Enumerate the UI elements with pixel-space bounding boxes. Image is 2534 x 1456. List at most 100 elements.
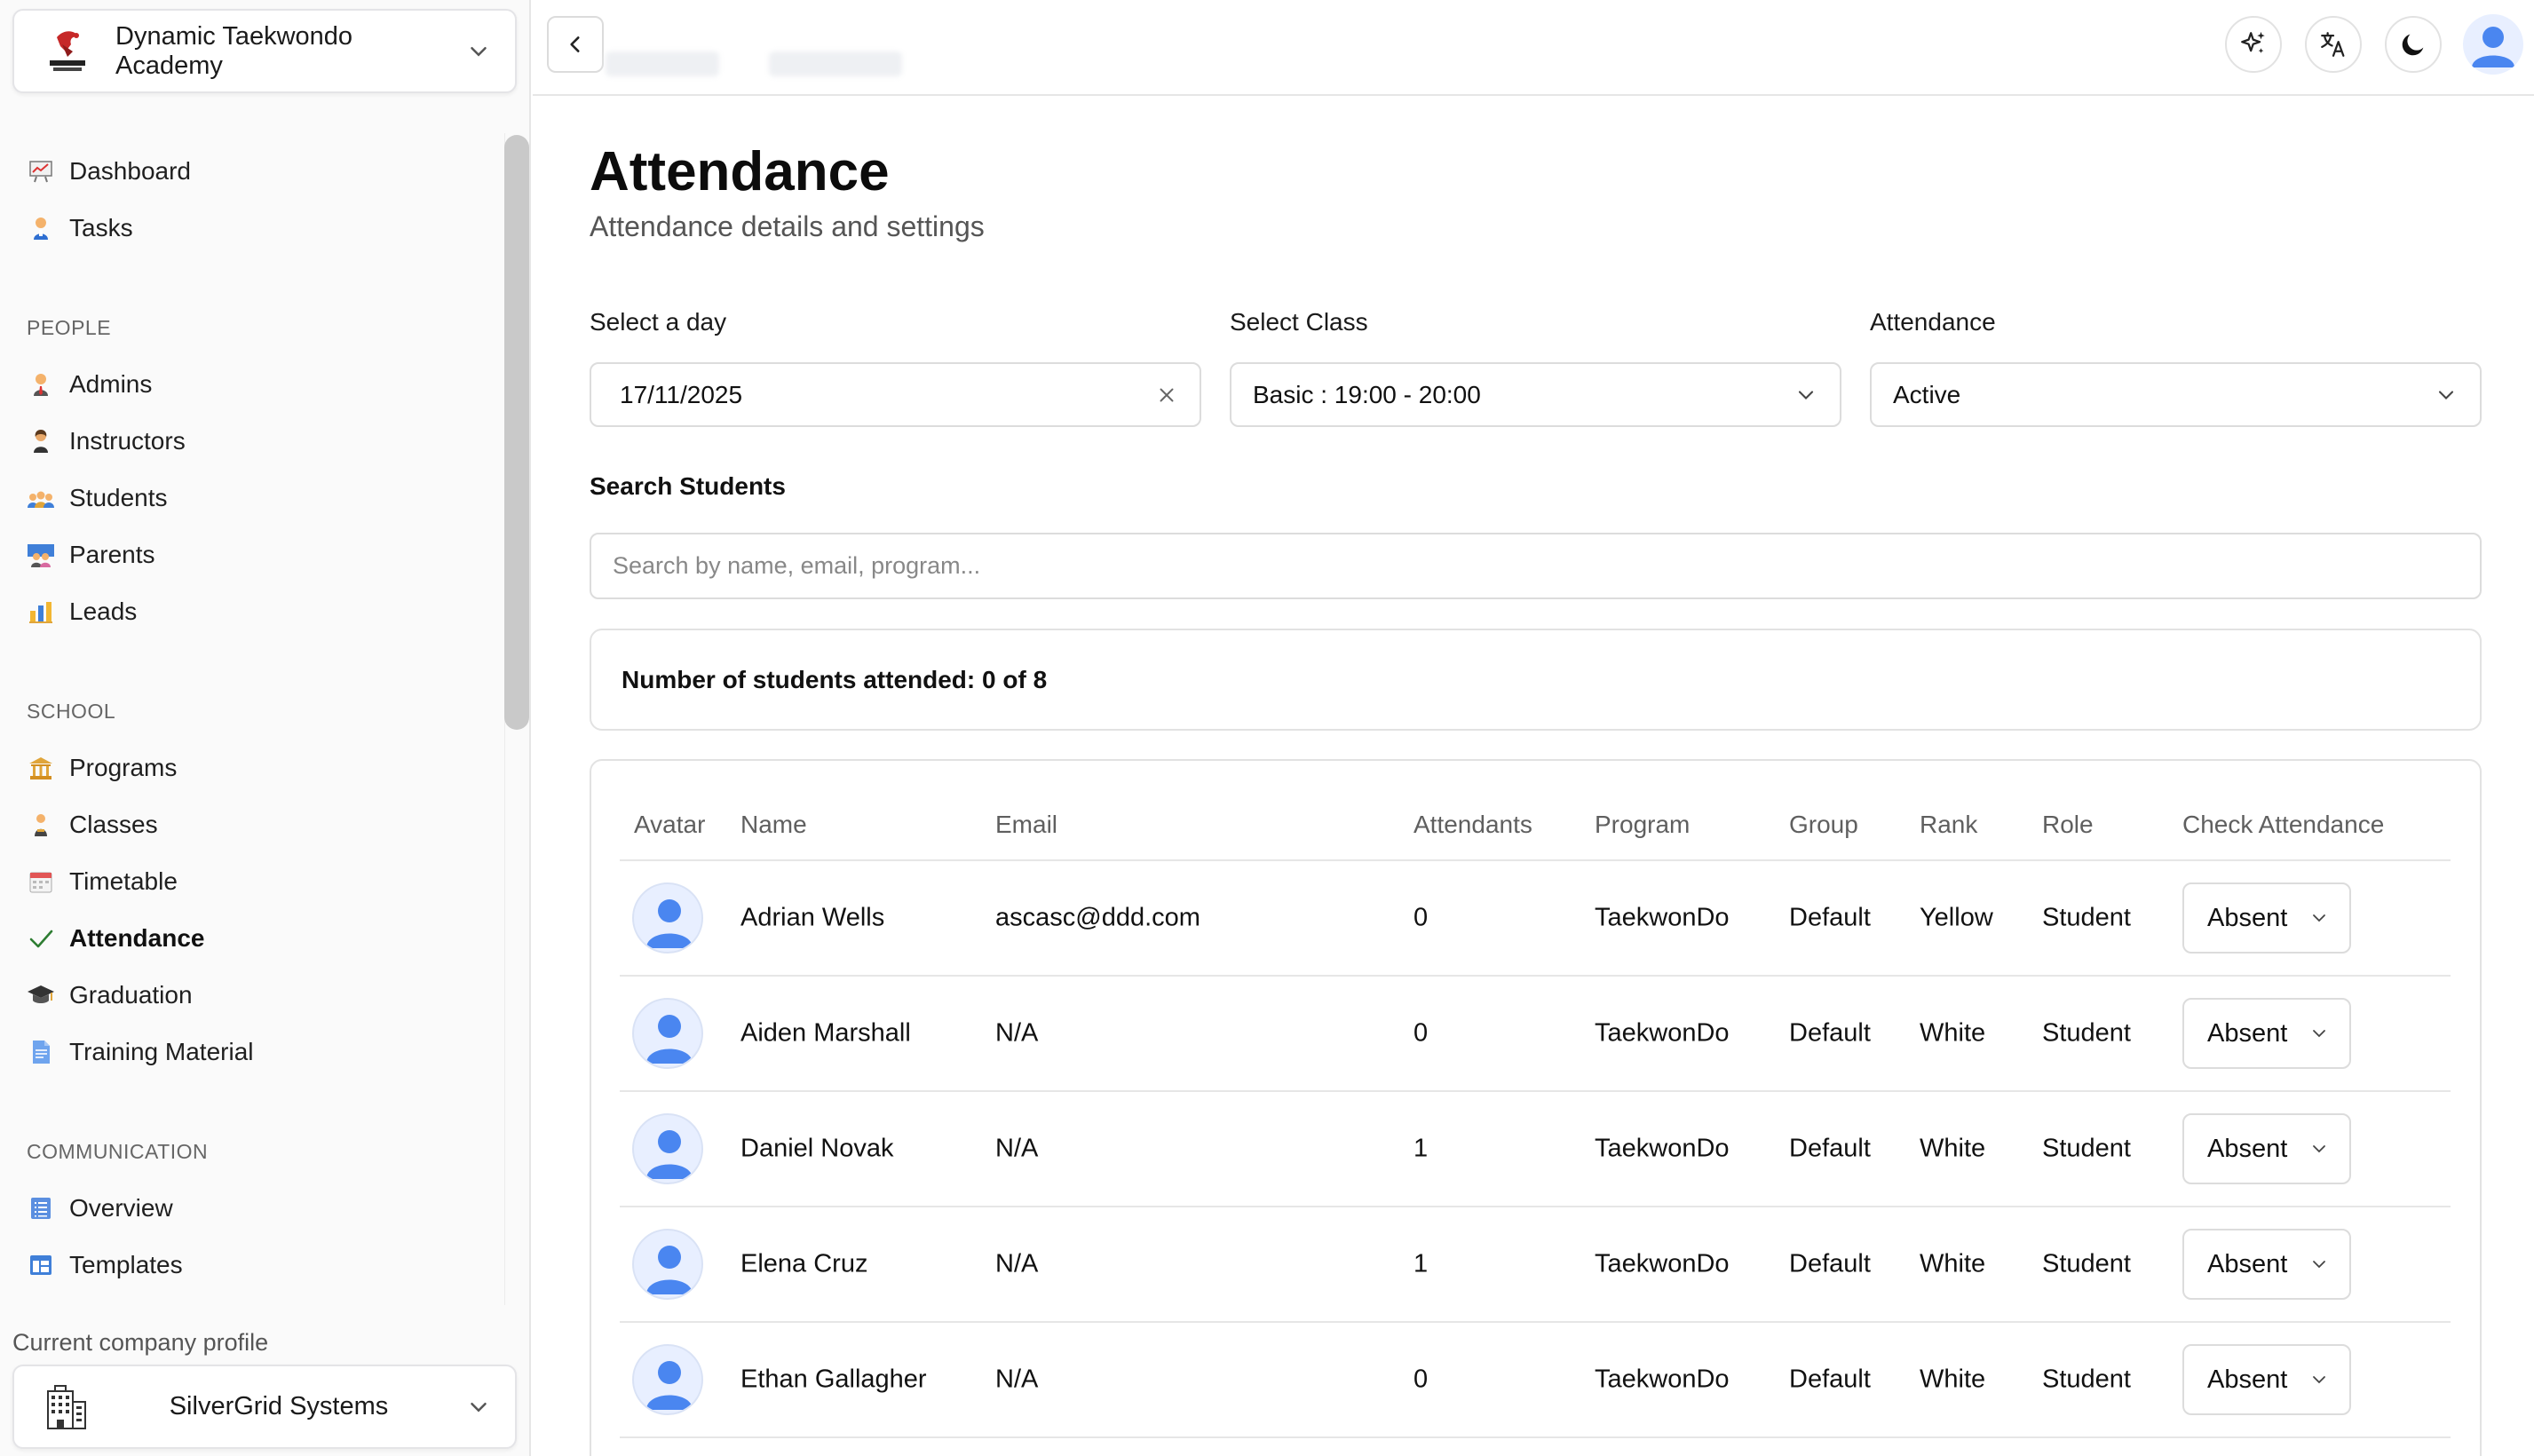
- sidebar-item-students[interactable]: Students: [27, 478, 488, 518]
- student-program: TaekwonDo: [1595, 1018, 1730, 1048]
- user-avatar[interactable]: [2463, 14, 2523, 75]
- attendance-filter-label: Attendance: [1870, 308, 1996, 336]
- column-header-rank[interactable]: Rank: [1920, 811, 1977, 839]
- sidebar-item-attendance[interactable]: Attendance: [27, 918, 488, 959]
- attendance-status-select[interactable]: Absent: [2182, 1344, 2351, 1415]
- student-attendants: 0: [1413, 1018, 1429, 1048]
- column-header-check-attendance: Check Attendance: [2182, 811, 2385, 838]
- sidebar-item-leads[interactable]: Leads: [27, 591, 488, 632]
- sidebar-item-instructors[interactable]: Instructors: [27, 421, 488, 462]
- chevron-down-icon: [1798, 390, 1814, 400]
- column-header-program[interactable]: Program: [1595, 811, 1690, 839]
- chevron-down-icon: [2313, 1261, 2325, 1269]
- student-avatar: [632, 1113, 703, 1184]
- attendance-filter-value: Active: [1893, 380, 1961, 408]
- student-attendants: 0: [1413, 1365, 1429, 1394]
- attendance-status-value: Absent: [2207, 1134, 2288, 1163]
- student-name[interactable]: Daniel Novak: [740, 1135, 893, 1164]
- table-row: Adrian Wells ascasc@ddd.com 0 TaekwonDo …: [620, 861, 2451, 977]
- sidebar-item-dashboard[interactable]: Dashboard: [27, 151, 488, 192]
- search-input[interactable]: [590, 533, 2482, 599]
- student-avatar: [632, 1344, 703, 1415]
- attendance-filter-select[interactable]: Active: [1870, 362, 2482, 427]
- collapse-sidebar-button[interactable]: [547, 16, 604, 73]
- attendance-status-value: Absent: [2207, 1018, 2288, 1048]
- sidebar: Dynamic Taekwondo Academy Dashboard Task…: [0, 0, 531, 1456]
- student-name[interactable]: Elena Cruz: [740, 1250, 867, 1279]
- sidebar-item-overview[interactable]: Overview: [27, 1188, 488, 1229]
- sidebar-item-label: Dashboard: [69, 157, 191, 185]
- clear-icon[interactable]: [1155, 384, 1178, 407]
- language-button[interactable]: [2305, 16, 2362, 73]
- org-logo: [41, 25, 115, 78]
- sidebar-scrollbar[interactable]: [504, 135, 529, 730]
- student-role: Student: [2042, 1249, 2131, 1278]
- student-role: Student: [2042, 1365, 2131, 1394]
- column-header-role[interactable]: Role: [2042, 811, 2094, 839]
- attendance-summary-text: Number of students attended: 0 of 8: [622, 665, 1048, 693]
- attendance-status-select[interactable]: Absent: [2182, 882, 2351, 954]
- company-switcher[interactable]: SilverGrid Systems: [12, 1365, 517, 1449]
- student-email: ascasc@ddd.com: [995, 903, 1200, 932]
- theme-toggle-button[interactable]: [2385, 16, 2442, 73]
- class-value: Basic : 19:00 - 20:00: [1253, 380, 1481, 408]
- attendance-status-select[interactable]: Absent: [2182, 998, 2351, 1069]
- sidebar-item-parents[interactable]: Parents: [27, 534, 488, 575]
- sidebar-item-label: Admins: [69, 370, 153, 398]
- calendar-icon: [27, 867, 55, 896]
- template-icon: [27, 1251, 55, 1279]
- attendance-summary-card: Number of students attended: 0 of 8: [590, 629, 2482, 731]
- breadcrumb-current: [769, 51, 902, 76]
- table-row: Ethan Gallagher N/A 0 TaekwonDo Default …: [620, 1323, 2451, 1438]
- student-email: N/A: [995, 1365, 1039, 1394]
- sidebar-item-graduation[interactable]: Graduation: [27, 975, 488, 1016]
- sidebar-item-tasks[interactable]: Tasks: [27, 208, 488, 249]
- sidebar-item-training-material[interactable]: Training Material: [27, 1032, 488, 1072]
- student-avatar: [632, 998, 703, 1069]
- sidebar-item-timetable[interactable]: Timetable: [27, 861, 488, 902]
- table-row: Elena Cruz N/A 1 TaekwonDo Default White…: [620, 1207, 2451, 1323]
- chevron-down-icon: [2313, 914, 2325, 922]
- chevron-down-icon: [471, 46, 487, 57]
- search-label: Search Students: [590, 472, 786, 500]
- day-date-input[interactable]: 17/11/2025: [590, 362, 1201, 427]
- student-role: Student: [2042, 1018, 2131, 1048]
- sidebar-item-programs[interactable]: Programs: [27, 748, 488, 788]
- ai-sparkle-button[interactable]: [2225, 16, 2282, 73]
- student-email: N/A: [995, 1249, 1039, 1278]
- sidebar-item-label: Timetable: [69, 867, 178, 895]
- sidebar-item-label: Overview: [69, 1194, 173, 1222]
- attendance-status-select[interactable]: Absent: [2182, 1229, 2351, 1300]
- sidebar-item-label: Instructors: [69, 427, 186, 455]
- attendance-status-value: Absent: [2207, 1365, 2288, 1394]
- org-switcher[interactable]: Dynamic Taekwondo Academy: [12, 9, 517, 93]
- office-building-icon: [39, 1381, 92, 1434]
- student-rank: White: [1920, 1134, 1986, 1163]
- org-name: Dynamic Taekwondo Academy: [115, 21, 353, 80]
- student-email: N/A: [995, 1134, 1039, 1163]
- sidebar-item-classes[interactable]: Classes: [27, 804, 488, 845]
- sidebar-item-label: Templates: [69, 1251, 183, 1278]
- column-header-email[interactable]: Email: [995, 811, 1057, 839]
- attendance-status-select[interactable]: Absent: [2182, 1113, 2351, 1184]
- section-label-people: PEOPLE: [27, 316, 112, 339]
- student-name[interactable]: Aiden Marshall: [740, 1019, 911, 1048]
- translate-icon: [2321, 32, 2345, 57]
- sidebar-item-admins[interactable]: Admins: [27, 364, 488, 405]
- checkmark-icon: [27, 924, 55, 953]
- page-title: Attendance: [590, 141, 890, 202]
- building-icon: [27, 754, 55, 782]
- column-header-name[interactable]: Name: [740, 811, 807, 839]
- chart-icon: [27, 157, 55, 186]
- student-role: Student: [2042, 1134, 2131, 1163]
- graduation-cap-icon: [27, 981, 55, 1009]
- student-rank: Yellow: [1920, 903, 1993, 932]
- class-select[interactable]: Basic : 19:00 - 20:00: [1230, 362, 1841, 427]
- parents-icon: [27, 541, 55, 569]
- sidebar-item-label: Tasks: [69, 214, 133, 241]
- sidebar-item-templates[interactable]: Templates: [27, 1245, 488, 1286]
- column-header-group[interactable]: Group: [1789, 811, 1858, 839]
- column-header-attendants[interactable]: Attendants: [1413, 811, 1532, 839]
- student-name[interactable]: Ethan Gallagher: [740, 1365, 927, 1395]
- student-name[interactable]: Adrian Wells: [740, 904, 884, 933]
